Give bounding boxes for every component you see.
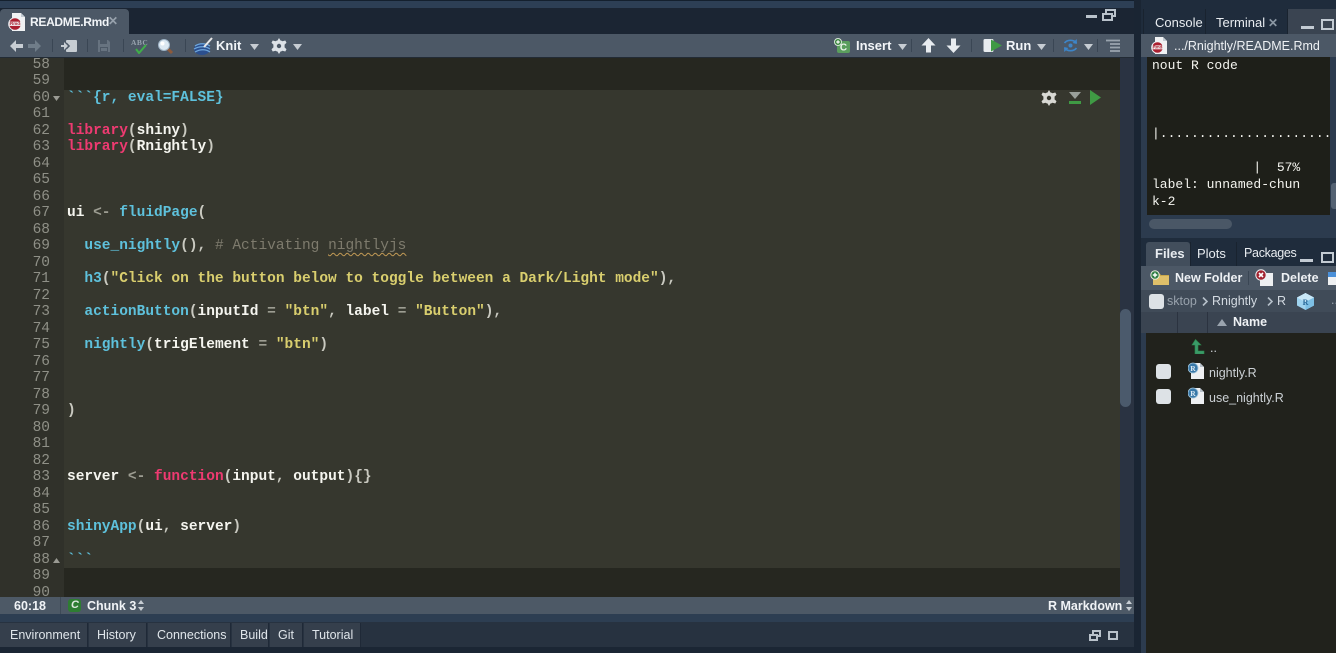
svg-text:R: R — [1190, 364, 1196, 373]
svg-text:Rmd: Rmd — [10, 21, 20, 26]
svg-text:R: R — [1303, 298, 1309, 307]
svg-text:Rmd: Rmd — [1153, 45, 1163, 50]
svg-text:R: R — [1190, 389, 1196, 398]
